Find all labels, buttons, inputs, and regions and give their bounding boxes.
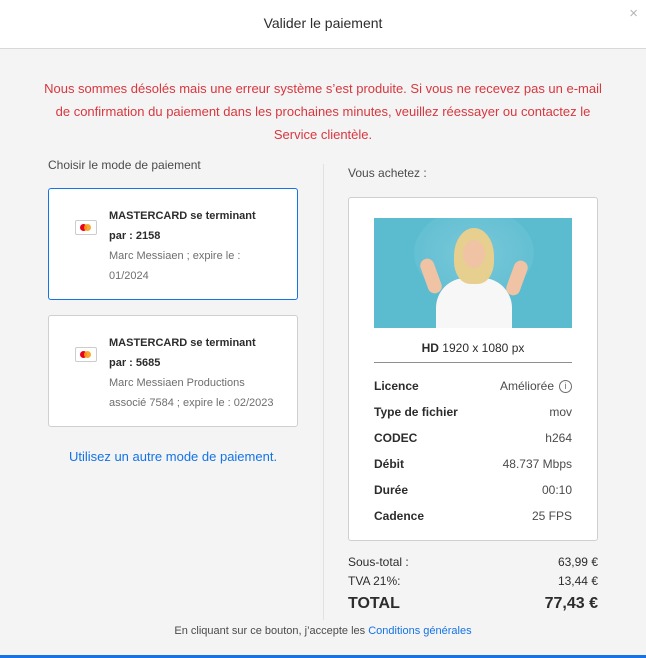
spec-row-licence: Licence Améliorée i — [374, 373, 572, 399]
checkout-columns: Choisir le mode de paiement MASTERCARD s… — [0, 158, 646, 620]
terms-notice: En cliquant sur ce bouton, j’accepte les… — [0, 625, 646, 637]
tax-row: TVA 21%: 13,44 € — [348, 572, 598, 591]
card-name-line2: par : 2158 — [109, 230, 161, 242]
spec-value: 25 FPS — [531, 509, 572, 523]
spec-key: Licence — [374, 379, 419, 393]
other-payment-method-link[interactable]: Utilisez un autre mode de paiement. — [48, 449, 298, 464]
spec-list: Licence Améliorée i Type de fichier mov C… — [374, 373, 572, 529]
spec-value: Améliorée i — [500, 373, 572, 399]
spec-row-duration: Durée 00:10 — [374, 477, 572, 503]
terms-text: En cliquant sur ce bouton, j’accepte les — [174, 625, 366, 637]
spec-value: 00:10 — [541, 483, 572, 497]
resolution-info: HD 1920 x 1080 px — [374, 341, 572, 363]
error-message: Nous sommes désolés mais une erreur syst… — [44, 81, 602, 142]
spec-key: Cadence — [374, 509, 425, 523]
mastercard-icon — [75, 220, 97, 235]
tax-label: TVA 21%: — [348, 574, 401, 588]
terms-link[interactable]: Conditions générales — [368, 625, 471, 637]
tax-value: 13,44 € — [557, 574, 598, 588]
video-thumbnail — [374, 218, 572, 328]
price-totals: Sous-total : 63,99 € TVA 21%: 13,44 € TO… — [348, 553, 598, 617]
spec-key: Débit — [374, 457, 404, 471]
spec-value: h264 — [545, 431, 572, 445]
spec-key: Type de fichier — [374, 405, 458, 419]
dialog-title: Valider le paiement — [263, 15, 383, 31]
spec-key: CODEC — [374, 431, 418, 445]
spec-key: Durée — [374, 483, 409, 497]
close-icon[interactable]: × — [629, 5, 638, 22]
total-row: TOTAL 77,43 € — [348, 591, 598, 617]
spec-row-file-type: Type de fichier mov — [374, 399, 572, 425]
total-label: TOTAL — [348, 595, 400, 612]
spec-row-codec: CODEC h264 — [374, 425, 572, 451]
spec-row-bitrate: Débit 48.737 Mbps — [374, 451, 572, 477]
payment-card-2158[interactable]: MASTERCARD se terminant par : 2158 Marc … — [48, 188, 298, 300]
mastercard-icon — [75, 347, 97, 362]
purchase-title: Vous achetez : — [348, 166, 427, 180]
card-name-line1: MASTERCARD se terminant — [109, 337, 256, 349]
subtotal-label: Sous-total : — [348, 555, 409, 569]
spec-row-framerate: Cadence 25 FPS — [374, 503, 572, 529]
payment-card-5685[interactable]: MASTERCARD se terminant par : 5685 Marc … — [48, 315, 298, 427]
resolution-value: 1920 x 1080 px — [442, 341, 525, 355]
card-holder-line2: associé 7584 ; expire le : 02/2023 — [109, 397, 274, 409]
purchase-summary-section: Vous achetez : HD 1920 x 1080 px Licence… — [348, 158, 598, 617]
card-holder-line2: 01/2024 — [109, 270, 149, 282]
purchase-summary-card: HD 1920 x 1080 px Licence Améliorée i Typ… — [348, 197, 598, 541]
spec-value: 48.737 Mbps — [502, 457, 572, 471]
resolution-label: HD — [421, 341, 439, 355]
total-value: 77,43 € — [544, 595, 598, 612]
card-holder-line1: Marc Messiaen Productions — [109, 377, 245, 389]
subtotal-row: Sous-total : 63,99 € — [348, 553, 598, 572]
dialog-header: Valider le paiement × — [0, 0, 646, 49]
subtotal-value: 63,99 € — [557, 555, 598, 569]
spec-value: mov — [549, 405, 572, 419]
card-name-line2: par : 5685 — [109, 357, 161, 369]
payment-method-title: Choisir le mode de paiement — [48, 158, 201, 172]
payment-method-section: Choisir le mode de paiement MASTERCARD s… — [48, 158, 298, 464]
column-divider — [323, 164, 324, 620]
card-holder-line1: Marc Messiaen ; expire le : — [109, 250, 241, 262]
card-name-line1: MASTERCARD se terminant — [109, 210, 256, 222]
info-icon[interactable]: i — [559, 380, 572, 394]
